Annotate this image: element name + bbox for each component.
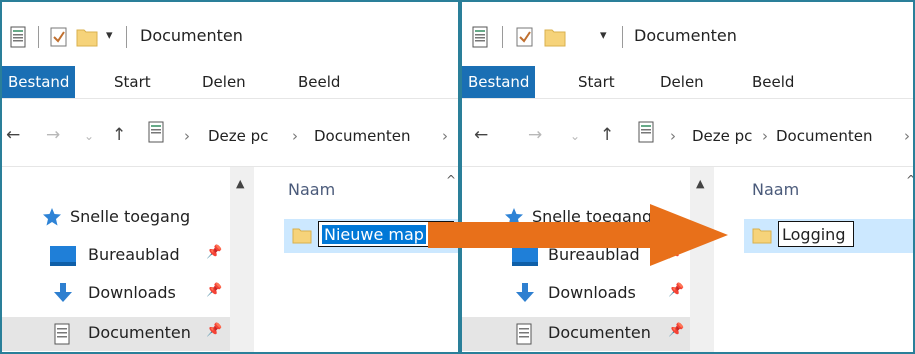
pin-icon[interactable]: 📌 xyxy=(668,283,684,298)
file-list: Naam ^ Logging xyxy=(714,167,913,352)
forward-arrow-icon[interactable]: → xyxy=(528,125,542,145)
rename-selected-text: Nieuwe map xyxy=(322,225,426,244)
tab-start[interactable]: Start xyxy=(578,66,615,98)
rename-input[interactable]: Logging xyxy=(778,221,854,247)
folder-icon xyxy=(752,225,772,249)
checkmark-icon[interactable] xyxy=(50,26,68,52)
customize-toolbar-dropdown[interactable]: ▾ xyxy=(600,28,607,43)
desktop-icon xyxy=(50,246,76,270)
customize-toolbar-dropdown[interactable]: ▾ xyxy=(106,28,113,43)
column-header-name[interactable]: Naam xyxy=(752,180,799,199)
forward-arrow-icon[interactable]: → xyxy=(46,125,60,145)
tab-beeld[interactable]: Beeld xyxy=(298,66,340,98)
recent-locations-icon[interactable]: ⌄ xyxy=(84,129,94,143)
explorer-window-after: ▾ Documenten Bestand Start Delen Beeld ←… xyxy=(460,0,915,354)
tab-bestand[interactable]: Bestand xyxy=(2,66,76,98)
window-title: Documenten xyxy=(634,26,737,45)
nav-item-documents[interactable]: Documenten 📌 xyxy=(462,317,690,351)
nav-item-desktop[interactable]: Bureaublad 📌 xyxy=(2,239,230,273)
pin-icon[interactable]: 📌 xyxy=(206,245,222,260)
star-icon xyxy=(42,207,62,231)
nav-item-label: Bureaublad xyxy=(88,245,180,264)
address-bar: ← → ⌄ ↑ › Deze pc › Documenten › xyxy=(2,98,458,165)
navigation-pane: Snelle toegang Bureaublad 📌 Downloads 📌 xyxy=(2,167,230,352)
toolbar-separator xyxy=(622,26,623,48)
documents-icon xyxy=(516,323,532,349)
quick-access-toolbar: ▾ Documenten xyxy=(462,2,913,62)
nav-item-quick-access[interactable]: Snelle toegang xyxy=(2,201,230,235)
content-area: Snelle toegang Bureaublad 📌 Downloads 📌 xyxy=(2,166,458,352)
properties-icon xyxy=(638,121,654,147)
folder-icon[interactable] xyxy=(544,26,566,52)
nav-scrollbar[interactable]: ▲ xyxy=(230,167,254,352)
tab-bestand[interactable]: Bestand xyxy=(462,66,536,98)
nav-item-label: Downloads xyxy=(548,283,636,302)
chevron-right-icon[interactable]: › xyxy=(184,127,190,145)
toolbar-separator xyxy=(38,26,39,48)
toolbar-separator xyxy=(126,26,127,48)
ribbon-tabs: Bestand Start Delen Beeld xyxy=(462,66,913,98)
chevron-right-icon[interactable]: › xyxy=(670,127,676,145)
nav-item-label: Documenten xyxy=(548,323,651,342)
nav-item-label: Documenten xyxy=(88,323,191,342)
properties-icon[interactable] xyxy=(10,26,26,52)
scroll-up-icon[interactable]: ▲ xyxy=(696,177,704,190)
chevron-right-icon[interactable]: › xyxy=(904,127,910,145)
tab-start[interactable]: Start xyxy=(114,66,151,98)
nav-item-downloads[interactable]: Downloads 📌 xyxy=(462,277,690,311)
tab-delen[interactable]: Delen xyxy=(660,66,704,98)
nav-item-label: Snelle toegang xyxy=(70,207,191,226)
recent-locations-icon[interactable]: ⌄ xyxy=(570,129,580,143)
chevron-right-icon[interactable]: › xyxy=(442,127,448,145)
nav-item-label: Downloads xyxy=(88,283,176,302)
address-bar: ← → ⌄ ↑ › Deze pc › Documenten › xyxy=(462,98,913,165)
up-arrow-icon[interactable]: ↑ xyxy=(112,125,126,145)
sort-caret-icon: ^ xyxy=(446,173,457,187)
back-arrow-icon[interactable]: ← xyxy=(474,125,488,145)
column-header-name[interactable]: Naam xyxy=(288,180,335,199)
nav-item-downloads[interactable]: Downloads 📌 xyxy=(2,277,230,311)
breadcrumb-documents[interactable]: Documenten xyxy=(776,127,872,145)
sort-caret-icon: ^ xyxy=(906,173,913,187)
toolbar-separator xyxy=(502,26,503,48)
up-arrow-icon[interactable]: ↑ xyxy=(600,125,614,145)
breadcrumb-this-pc[interactable]: Deze pc xyxy=(692,127,752,145)
back-arrow-icon[interactable]: ← xyxy=(6,125,20,145)
folder-icon xyxy=(292,225,312,249)
folder-icon[interactable] xyxy=(76,26,98,52)
pin-icon[interactable]: 📌 xyxy=(668,323,684,338)
nav-item-documents[interactable]: Documenten 📌 xyxy=(2,317,230,351)
breadcrumb-documents[interactable]: Documenten xyxy=(314,127,410,145)
download-arrow-icon xyxy=(514,282,536,308)
explorer-window-before: ▾ Documenten Bestand Start Delen Beeld ←… xyxy=(0,0,460,354)
properties-icon[interactable] xyxy=(472,26,488,52)
documents-icon xyxy=(54,323,70,349)
pin-icon[interactable]: 📌 xyxy=(206,283,222,298)
chevron-right-icon[interactable]: › xyxy=(292,127,298,145)
tab-delen[interactable]: Delen xyxy=(202,66,246,98)
transition-arrow-icon xyxy=(428,204,728,266)
quick-access-toolbar: ▾ Documenten xyxy=(2,2,458,62)
properties-icon xyxy=(148,121,164,147)
chevron-right-icon[interactable]: › xyxy=(762,127,768,145)
download-arrow-icon xyxy=(52,282,74,308)
checkmark-icon[interactable] xyxy=(516,26,534,52)
breadcrumb-this-pc[interactable]: Deze pc xyxy=(208,127,268,145)
ribbon-tabs: Bestand Start Delen Beeld xyxy=(2,66,458,98)
scroll-up-icon[interactable]: ▲ xyxy=(236,177,244,190)
tab-beeld[interactable]: Beeld xyxy=(752,66,794,98)
window-title: Documenten xyxy=(140,26,243,45)
file-row-selected[interactable]: Logging xyxy=(744,219,913,253)
pin-icon[interactable]: 📌 xyxy=(206,323,222,338)
